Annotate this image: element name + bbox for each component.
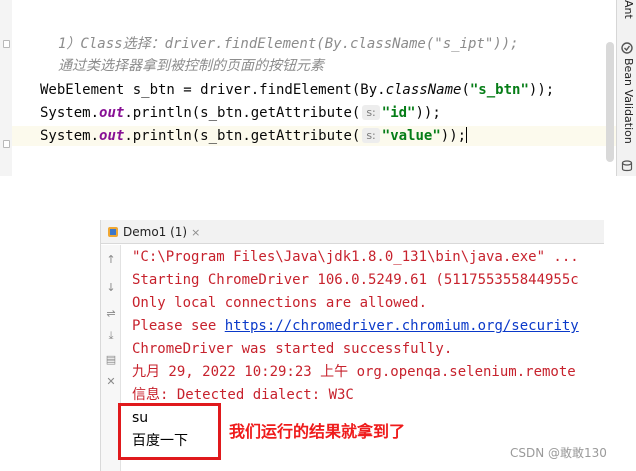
code-comment-line: 通过类选择器拿到被控制的页面的按钮元素 (58, 58, 324, 74)
code-text: WebElement s_btn = driver.findElement(By… (40, 82, 386, 98)
code-line-webelement: WebElement s_btn = driver.findElement(By… (40, 80, 554, 100)
editor-gutter (0, 0, 12, 176)
parameter-hint: s: (362, 128, 380, 143)
run-tab-label: Demo1 (1) (123, 225, 188, 239)
editor-scrollbar[interactable] (606, 42, 614, 162)
print-icon[interactable]: ▤ (104, 353, 118, 367)
code-text: System. (40, 105, 100, 121)
code-text: )); (528, 82, 555, 98)
up-arrow-icon[interactable]: ↑ (104, 253, 118, 267)
code-line-println-id: System.out.println(s_btn.getAttribute(s:… (40, 103, 441, 123)
code-text: )); (440, 128, 467, 144)
security-link[interactable]: https://chromedriver.chromium.org/securi… (225, 318, 579, 334)
right-tool-strip: Ant Bean Validation (616, 0, 636, 176)
code-text: )); (415, 105, 441, 121)
java-app-icon (108, 227, 118, 237)
wrap-icon[interactable]: ⇌ (104, 307, 118, 321)
code-text: .println(s_btn.getAttribute( (124, 105, 361, 121)
code-method: className (385, 82, 462, 98)
csdn-watermark: CSDN @敢敢130 (510, 446, 607, 460)
result-highlight-box (118, 403, 221, 460)
code-text: ( (461, 82, 470, 98)
down-arrow-icon[interactable]: ↓ (104, 281, 118, 295)
database-icon[interactable] (621, 160, 633, 172)
console-output-line: ChromeDriver was started successfully. (132, 341, 453, 357)
console-output-line: Starting ChromeDriver 106.0.5249.61 (511… (132, 272, 579, 288)
code-field: out (99, 128, 125, 144)
tab-ant[interactable]: Ant (619, 0, 635, 19)
console-output-line: "C:\Program Files\Java\jdk1.8.0_131\bin\… (132, 249, 579, 265)
tab-run-demo1[interactable]: Demo1 (1) × (107, 220, 200, 244)
console-output-line: 信息: Detected dialect: W3C (132, 387, 354, 403)
code-field: out (99, 105, 125, 121)
console-output-text: Please see (132, 318, 225, 334)
code-comment-line: 1）Class选择：driver.findElement(By.classNam… (58, 36, 519, 52)
code-text: .println(s_btn.getAttribute( (124, 128, 361, 144)
fold-marker-icon[interactable] (3, 140, 10, 148)
console-output-line: 九月 29, 2022 10:29:23 上午 org.openqa.selen… (132, 364, 576, 380)
delete-icon[interactable]: ✕ (104, 375, 118, 389)
console-tab-bar: Demo1 (1) × (101, 220, 604, 244)
code-string: "value" (381, 128, 441, 144)
code-text: System. (40, 128, 100, 144)
close-icon[interactable]: × (191, 226, 200, 239)
code-line-println-value: System.out.println(s_btn.getAttribute(s:… (12, 126, 616, 146)
console-output-line: Please see https://chromedriver.chromium… (132, 316, 579, 336)
scroll-to-end-icon[interactable]: ⤓ (104, 329, 118, 343)
bean-validation-icon[interactable] (621, 42, 633, 54)
tab-bean-validation[interactable]: Bean Validation (619, 58, 635, 144)
code-string: "s_btn" (469, 82, 529, 98)
code-string: "id" (381, 105, 416, 121)
annotation-caption: 我们运行的结果就拿到了 (229, 422, 406, 441)
parameter-hint: s: (362, 105, 380, 120)
text-caret (466, 127, 468, 143)
code-editor[interactable]: 1）Class选择：driver.findElement(By.classNam… (0, 0, 616, 176)
console-output-line: Only local connections are allowed. (132, 295, 428, 311)
fold-marker-icon[interactable] (3, 40, 10, 48)
